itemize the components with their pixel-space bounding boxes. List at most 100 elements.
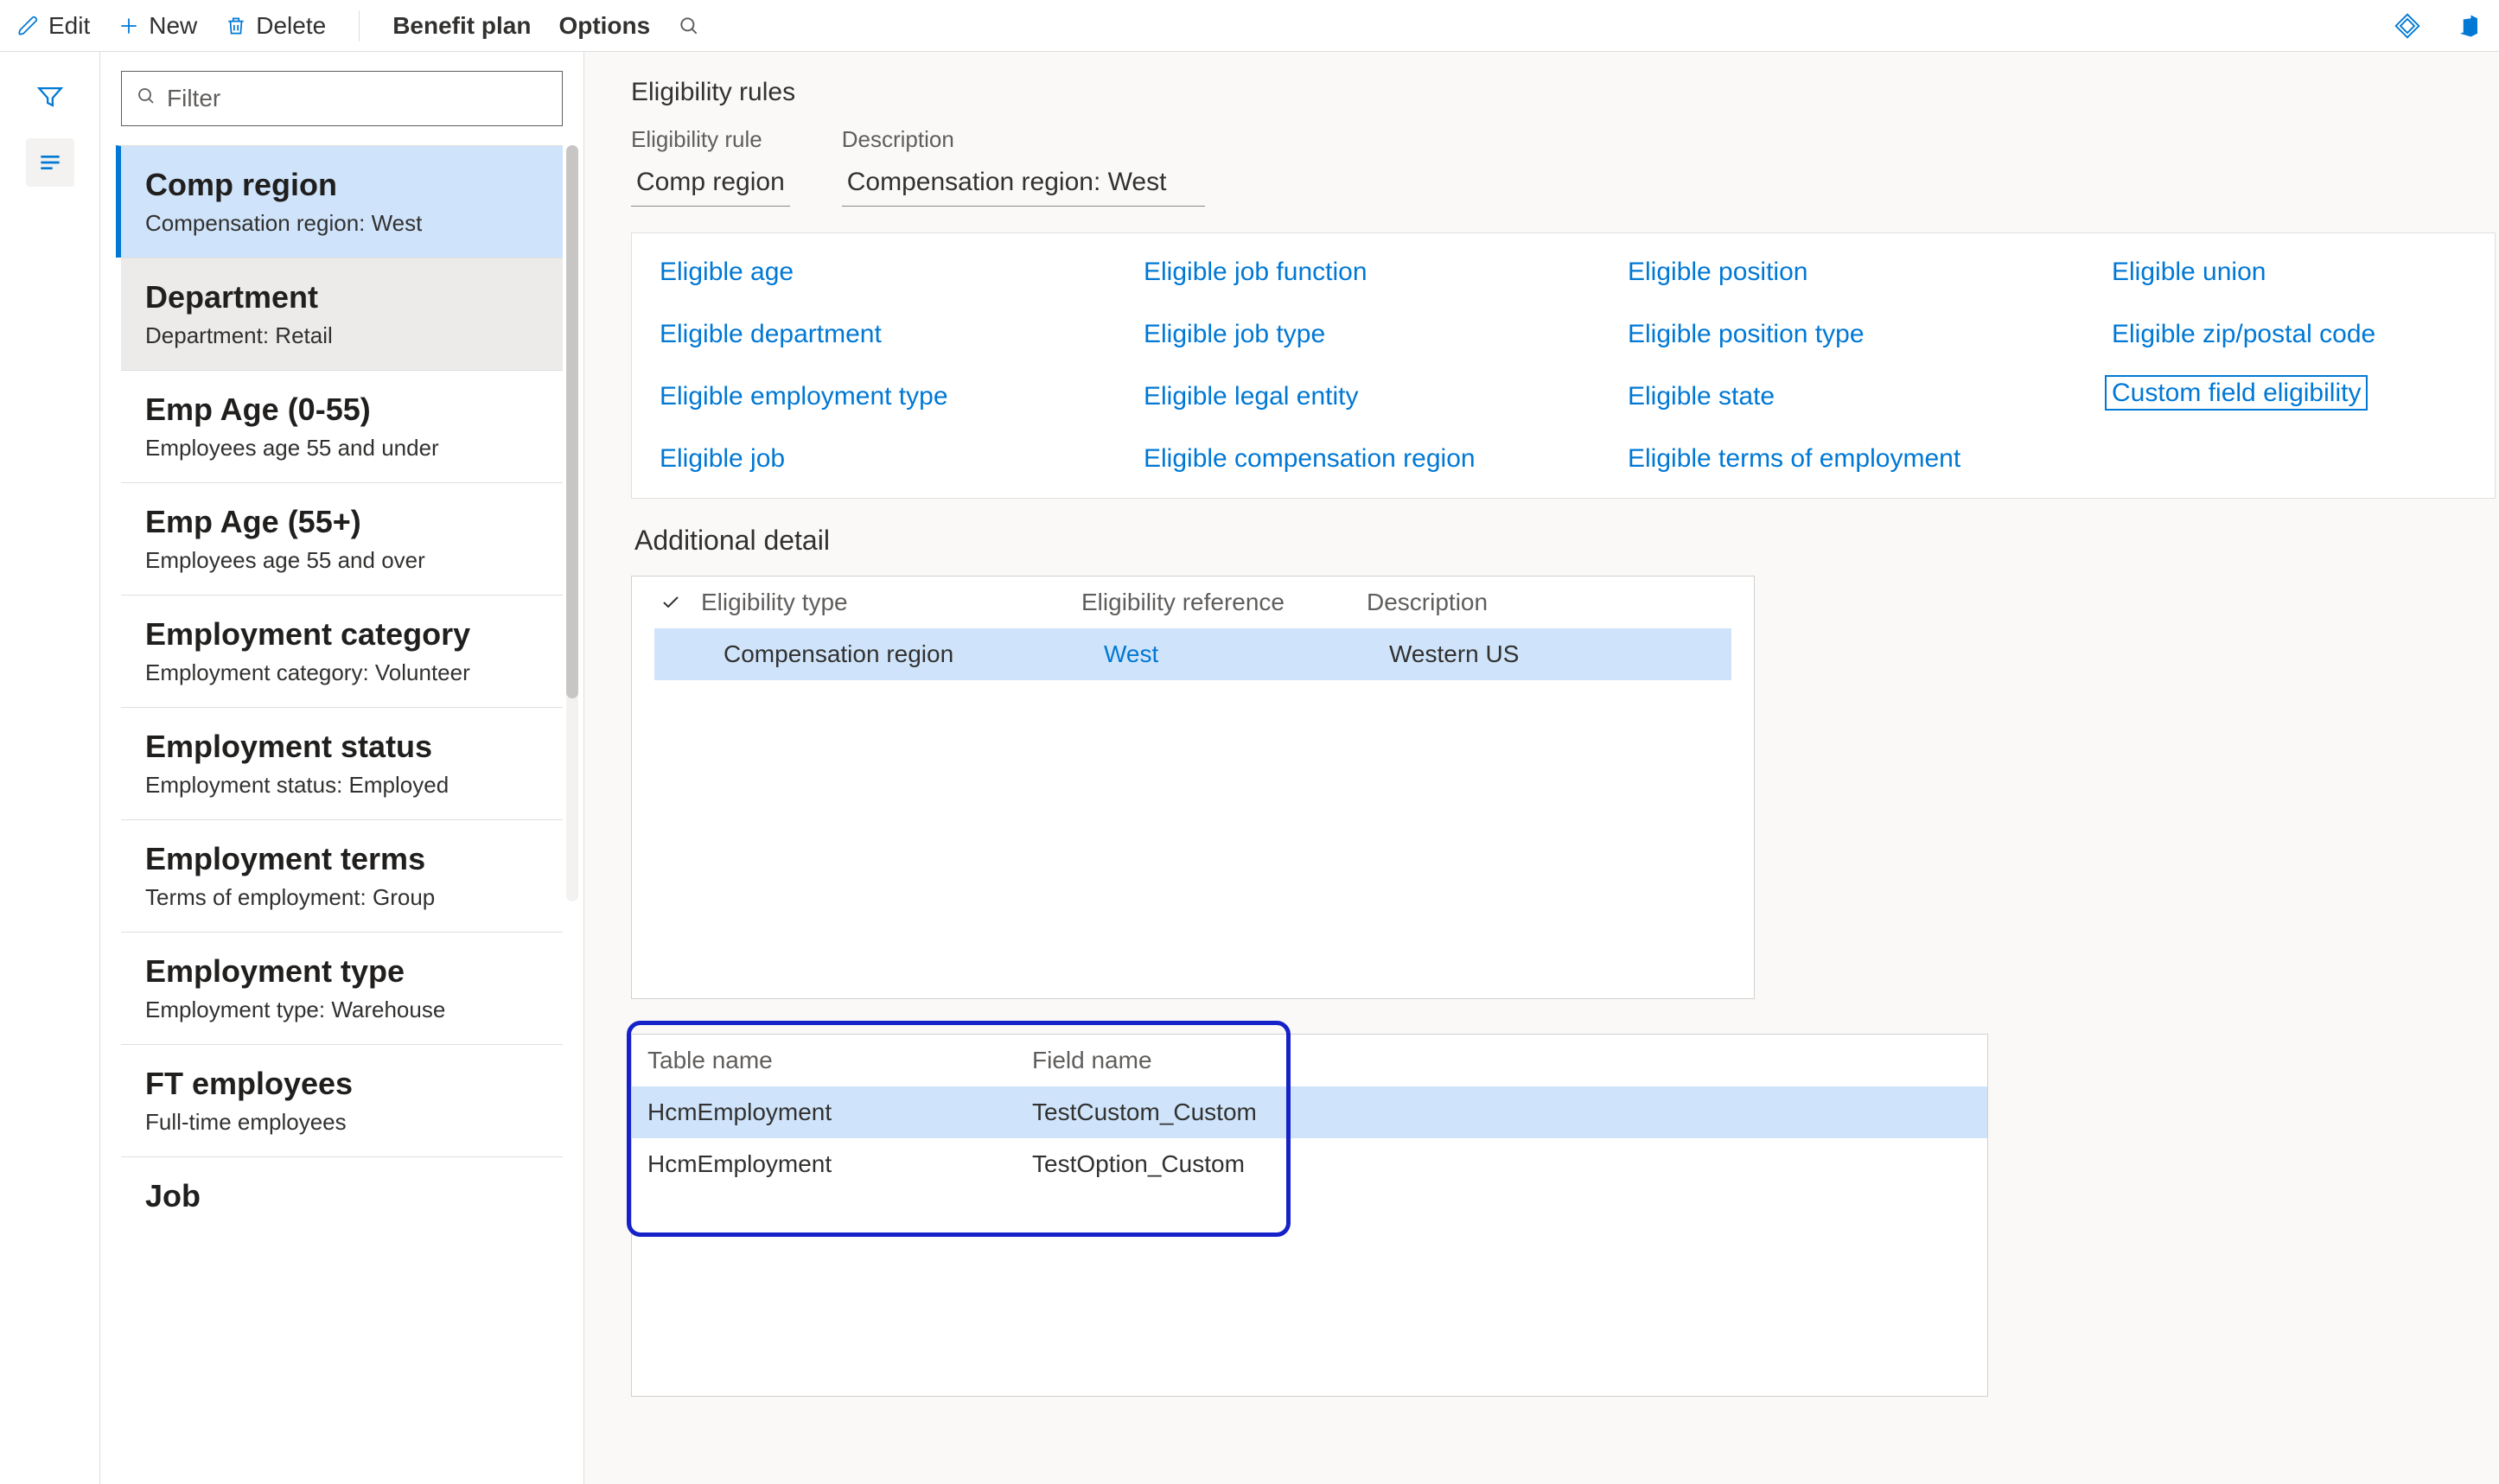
benefit-plan-label: Benefit plan <box>392 12 531 40</box>
rule-title: Department <box>145 279 542 315</box>
link-eligible-terms-of-employment[interactable]: Eligible terms of employment <box>1621 441 2105 477</box>
link-eligible-age[interactable]: Eligible age <box>653 254 1137 290</box>
cell-field: TestOption_Custom <box>1032 1150 1972 1178</box>
trash-icon <box>225 15 247 37</box>
rule-item-employment-type[interactable]: Employment type Employment type: Warehou… <box>121 932 563 1044</box>
custom-row[interactable]: HcmEmployment TestCustom_Custom <box>632 1086 1987 1138</box>
rule-sub: Full-time employees <box>145 1109 542 1136</box>
rule-title: Employment terms <box>145 841 542 877</box>
additional-detail-title: Additional detail <box>634 525 2499 557</box>
cell-field: TestCustom_Custom <box>1032 1099 1972 1126</box>
rule-sub: Employees age 55 and over <box>145 547 542 574</box>
rule-sub: Compensation region: West <box>145 210 542 237</box>
rule-title: FT employees <box>145 1066 542 1102</box>
cell-table: HcmEmployment <box>647 1099 1032 1126</box>
filter-input[interactable] <box>167 85 548 112</box>
link-eligible-job-type[interactable]: Eligible job type <box>1137 316 1621 353</box>
rule-list: Comp region Compensation region: West De… <box>121 145 563 1242</box>
body: Comp region Compensation region: West De… <box>0 52 2499 1484</box>
custom-grid-header: Table name Field name <box>632 1035 1987 1086</box>
rule-title: Emp Age (0-55) <box>145 392 542 428</box>
col-eligibility-type[interactable]: Eligibility type <box>701 589 1081 616</box>
options-button[interactable]: Options <box>558 12 650 40</box>
rule-title: Employment status <box>145 729 542 765</box>
search-icon <box>678 15 700 37</box>
field-value[interactable]: Comp region <box>631 160 790 207</box>
diamond-icon[interactable] <box>2394 12 2421 40</box>
col-description[interactable]: Description <box>1367 589 1745 616</box>
rule-title: Emp Age (55+) <box>145 504 542 540</box>
cell-ref[interactable]: West <box>1104 640 1389 668</box>
link-eligible-job[interactable]: Eligible job <box>653 441 1137 477</box>
edit-button[interactable]: Edit <box>17 12 90 40</box>
scrollbar-thumb[interactable] <box>566 145 578 698</box>
rule-item-employment-category[interactable]: Employment category Employment category:… <box>121 595 563 707</box>
rule-item-emp-age-0-55[interactable]: Emp Age (0-55) Employees age 55 and unde… <box>121 370 563 482</box>
new-button[interactable]: New <box>118 12 197 40</box>
rule-item-employment-terms[interactable]: Employment terms Terms of employment: Gr… <box>121 819 563 932</box>
link-eligible-position-type[interactable]: Eligible position type <box>1621 316 2105 353</box>
rule-title: Employment category <box>145 616 542 653</box>
filter-box[interactable] <box>121 71 563 126</box>
field-label: Description <box>842 126 1205 153</box>
benefit-plan-button[interactable]: Benefit plan <box>392 12 531 40</box>
detail-grid-header: Eligibility type Eligibility reference D… <box>632 576 1754 628</box>
link-eligible-department[interactable]: Eligible department <box>653 316 1137 353</box>
pencil-icon <box>17 15 40 37</box>
header-fields: Eligibility rule Comp region Description… <box>631 126 2499 207</box>
eligibility-links-card: Eligible age Eligible job function Eligi… <box>631 232 2496 499</box>
col-eligibility-reference[interactable]: Eligibility reference <box>1081 589 1367 616</box>
cell-desc: Western US <box>1389 640 1723 668</box>
toolbar-right <box>2394 12 2482 40</box>
toolbar-left: Edit New Delete Benefit plan Options <box>17 10 700 41</box>
rule-item-job[interactable]: Job <box>121 1156 563 1242</box>
link-eligible-union[interactable]: Eligible union <box>2105 254 2484 290</box>
rule-item-department[interactable]: Department Department: Retail <box>121 258 563 370</box>
link-eligible-zip[interactable]: Eligible zip/postal code <box>2105 316 2484 353</box>
rule-sub: Employment type: Warehouse <box>145 997 542 1023</box>
rule-title: Employment type <box>145 953 542 990</box>
plus-icon <box>118 15 140 37</box>
delete-label: Delete <box>256 12 326 40</box>
cell-table: HcmEmployment <box>647 1150 1032 1178</box>
rule-sub: Employees age 55 and under <box>145 435 542 462</box>
rule-item-ft-employees[interactable]: FT employees Full-time employees <box>121 1044 563 1156</box>
link-eligible-job-function[interactable]: Eligible job function <box>1137 254 1621 290</box>
list-rail-button[interactable] <box>26 138 74 187</box>
sidebar: Comp region Compensation region: West De… <box>100 52 584 1484</box>
rule-item-employment-status[interactable]: Employment status Employment status: Emp… <box>121 707 563 819</box>
custom-field-grid: Table name Field name HcmEmployment Test… <box>631 1034 1988 1397</box>
rule-sub: Employment category: Volunteer <box>145 659 542 686</box>
rule-sub: Employment status: Employed <box>145 772 542 799</box>
check-icon[interactable] <box>641 592 701 613</box>
rule-item-comp-region[interactable]: Comp region Compensation region: West <box>116 145 563 258</box>
toolbar: Edit New Delete Benefit plan Options <box>0 0 2499 52</box>
description-field: Description Compensation region: West <box>842 126 1205 207</box>
rule-title: Comp region <box>145 167 542 203</box>
rule-title: Job <box>145 1178 542 1214</box>
field-value[interactable]: Compensation region: West <box>842 160 1205 207</box>
rule-sub: Department: Retail <box>145 322 542 349</box>
delete-button[interactable]: Delete <box>225 12 326 40</box>
search-icon <box>136 85 156 112</box>
edit-label: Edit <box>48 12 90 40</box>
link-eligible-compensation-region[interactable]: Eligible compensation region <box>1137 441 1621 477</box>
custom-row[interactable]: HcmEmployment TestOption_Custom <box>632 1138 1987 1190</box>
detail-row[interactable]: Compensation region West Western US <box>654 628 1731 680</box>
link-eligible-state[interactable]: Eligible state <box>1621 379 2105 415</box>
left-rail <box>0 52 100 1484</box>
col-table-name[interactable]: Table name <box>647 1047 1032 1074</box>
link-eligible-legal-entity[interactable]: Eligible legal entity <box>1137 379 1621 415</box>
page-title: Eligibility rules <box>631 78 2499 107</box>
link-eligible-employment-type[interactable]: Eligible employment type <box>653 379 1137 415</box>
eligibility-rule-field: Eligibility rule Comp region <box>631 126 790 207</box>
office-icon[interactable] <box>2456 12 2482 40</box>
rule-item-emp-age-55-plus[interactable]: Emp Age (55+) Employees age 55 and over <box>121 482 563 595</box>
col-field-name[interactable]: Field name <box>1032 1047 1972 1074</box>
link-eligible-position[interactable]: Eligible position <box>1621 254 2105 290</box>
additional-detail-grid: Eligibility type Eligibility reference D… <box>631 576 1755 999</box>
search-button[interactable] <box>678 15 700 37</box>
link-custom-field-eligibility[interactable]: Custom field eligibility <box>2105 375 2368 411</box>
filter-rail-button[interactable] <box>26 73 74 121</box>
field-label: Eligibility rule <box>631 126 790 153</box>
